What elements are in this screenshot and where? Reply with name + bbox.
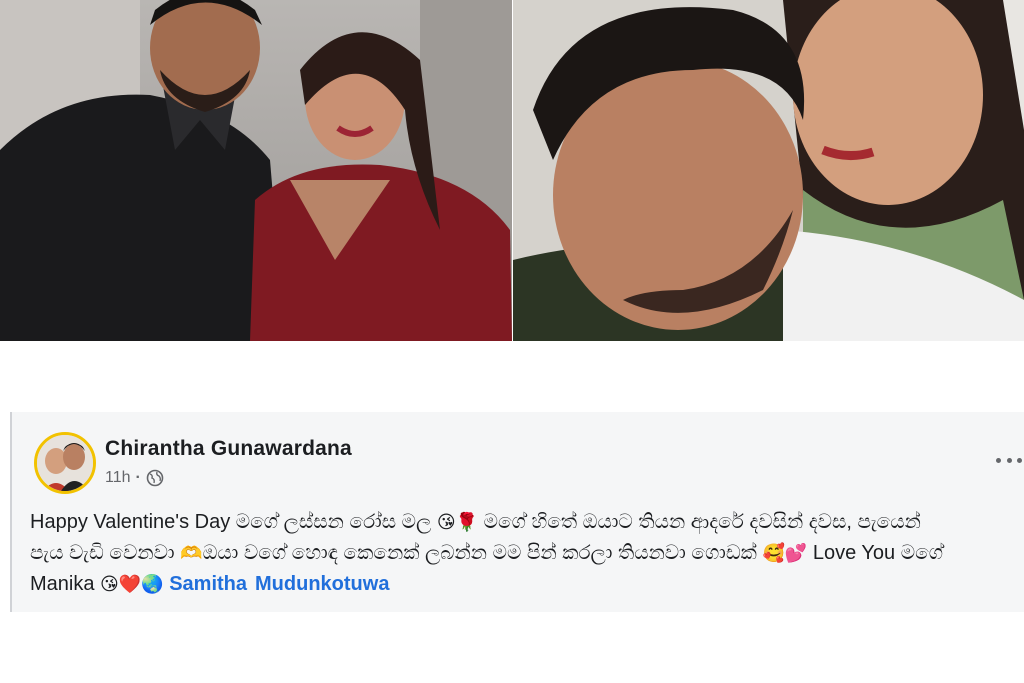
- mention-link[interactable]: Mudunkotuwa: [255, 573, 389, 595]
- kiss-emoji-icon: 😘: [436, 512, 456, 533]
- post-text-line-2: පැය වැඩි වෙනවා 🫶ඔයා වගේ හොඳ කෙනෙක් ලබන්න…: [30, 538, 1020, 569]
- text-greeting: Happy Valentine's Day මගේ ලස්සන රෝස මල: [30, 511, 432, 533]
- photo-collage: [0, 0, 1024, 341]
- photo-mother-and-son-selfie: [513, 0, 1024, 341]
- kiss-heart-globe-emoji-icon: 😘❤️🌏: [100, 574, 164, 595]
- mention-link[interactable]: Samitha: [169, 573, 247, 595]
- post-text: Happy Valentine's Day මගේ ලස්සන රෝස මල 😘…: [30, 507, 1020, 600]
- text-love-you: Love You මගේ: [812, 542, 944, 564]
- avatar-image: [37, 435, 93, 491]
- rose-emoji-icon: 🌹: [455, 512, 479, 533]
- post-text-line-1: Happy Valentine's Day මගේ ලස්සන රෝස මල 😘…: [30, 507, 1020, 538]
- post-timestamp[interactable]: 11h: [105, 469, 131, 487]
- globe-icon[interactable]: [146, 469, 164, 487]
- more-options-button[interactable]: [994, 450, 1024, 470]
- author-name[interactable]: Chirantha Gunawardana: [105, 437, 352, 461]
- text-manika: Manika: [30, 573, 95, 595]
- post-meta: 11h ·: [105, 467, 164, 489]
- more-dots-icon: [1017, 457, 1022, 463]
- more-dots-icon: [996, 457, 1001, 463]
- more-dots-icon: [1006, 457, 1012, 463]
- post-text-line-3: Manika 😘❤️🌏 Samitha Mudunkotuwa: [30, 569, 1020, 600]
- text-line2: පැය වැඩි වෙනවා: [30, 542, 175, 564]
- heart-hands-emoji-icon: 🫶: [180, 543, 203, 564]
- photo-mother-and-son-formal: [0, 0, 512, 341]
- love-emoji-icon: 🥰💕: [762, 543, 808, 564]
- meta-separator: ·: [135, 469, 141, 486]
- photo-left-illustration: [0, 0, 512, 341]
- text-line2-continued: ඔයා වගේ හොඳ කෙනෙක් ලබන්න මම පින් කරලා ති…: [202, 542, 757, 564]
- facebook-post-card: Chirantha Gunawardana 11h · Happy Valent…: [10, 412, 1024, 612]
- text-line1-continued: මගේ හිතේ ඔයාට තියන ආදරේ දවසින් දවස, පැයෙ…: [483, 511, 921, 533]
- photo-right-illustration: [513, 0, 1024, 341]
- avatar[interactable]: [34, 432, 96, 494]
